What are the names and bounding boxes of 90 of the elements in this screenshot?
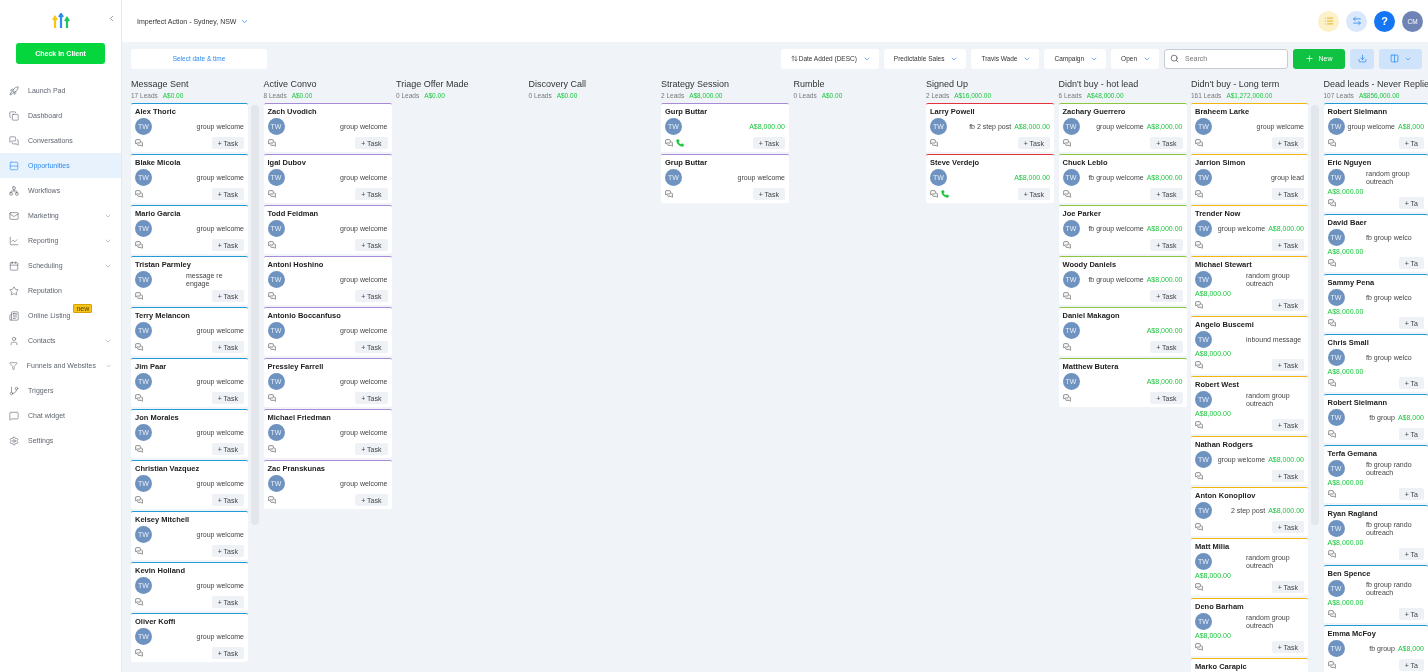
column-title: Discovery Call <box>528 79 587 89</box>
column-title: Didn't buy - hot lead <box>1058 79 1140 89</box>
chat-icon[interactable] <box>135 547 143 555</box>
list-icon <box>1323 16 1334 26</box>
chat-icon[interactable] <box>135 496 143 504</box>
chat-icon[interactable] <box>1062 190 1071 198</box>
chat-icon[interactable] <box>135 343 143 351</box>
network-icon <box>9 185 19 196</box>
swap-arrows-icon <box>1351 16 1362 26</box>
chat-icon[interactable] <box>1062 343 1071 351</box>
swap-button[interactable] <box>1346 10 1367 32</box>
calendar-icon <box>9 260 19 271</box>
columns-button[interactable] <box>1379 48 1422 69</box>
chat-icon[interactable] <box>1195 523 1203 531</box>
chat-icon[interactable] <box>135 139 143 147</box>
column-title: Strategy Session <box>661 79 731 89</box>
chat-icon[interactable] <box>135 649 143 657</box>
chat-icon[interactable] <box>267 445 276 453</box>
chat-icon[interactable] <box>135 241 143 249</box>
settings-icon <box>9 435 19 446</box>
chat-icon[interactable] <box>135 445 143 453</box>
line-chart-icon <box>9 235 19 246</box>
chat-icon[interactable] <box>1327 430 1336 438</box>
chat-icon <box>9 135 19 146</box>
download-button[interactable] <box>1350 48 1374 69</box>
column-title: Message Sent <box>131 79 190 89</box>
chat-icon[interactable] <box>267 496 276 504</box>
chat-icon[interactable] <box>930 139 938 147</box>
column-title: Didn't buy - Long term <box>1191 79 1281 89</box>
help-button[interactable]: ? <box>1374 10 1395 32</box>
star-icon <box>9 285 19 296</box>
column-title: Active Convo <box>263 79 318 89</box>
chat-icon[interactable] <box>1195 301 1203 309</box>
chat-icon[interactable] <box>1327 379 1336 387</box>
chat-icon[interactable] <box>1195 421 1203 429</box>
chat-icon[interactable] <box>1327 661 1336 669</box>
chat-icon[interactable] <box>1195 190 1203 198</box>
rows-icon <box>9 160 19 171</box>
chat-icon[interactable] <box>1062 394 1071 402</box>
chat-icon[interactable] <box>267 139 276 147</box>
search-icon <box>1170 53 1179 63</box>
listing-icon <box>9 310 19 321</box>
chat-bubble-icon <box>9 410 19 421</box>
chat-icon[interactable] <box>135 190 143 198</box>
download-icon <box>1357 54 1367 63</box>
chat-icon[interactable] <box>267 190 276 198</box>
chat-icon[interactable] <box>1327 610 1336 618</box>
mail-icon <box>9 210 19 221</box>
column-title: Signed Up <box>926 79 970 89</box>
column-title: Triage Offer Made <box>396 79 470 89</box>
chat-icon[interactable] <box>930 190 938 198</box>
chat-icon[interactable] <box>267 292 276 300</box>
chat-icon[interactable] <box>665 190 673 198</box>
chat-icon[interactable] <box>1195 643 1203 651</box>
plus-icon <box>1305 54 1315 63</box>
chat-icon[interactable] <box>1327 319 1336 327</box>
chat-icon[interactable] <box>1195 361 1203 369</box>
chat-icon[interactable] <box>267 394 276 402</box>
chat-icon[interactable] <box>1327 139 1336 147</box>
chat-icon[interactable] <box>665 139 673 147</box>
chat-icon[interactable] <box>1195 241 1203 249</box>
user-icon <box>9 335 19 346</box>
column-title: Rumble <box>793 79 826 89</box>
funnel-icon <box>9 360 18 371</box>
sort-icon <box>790 55 798 62</box>
chat-icon[interactable] <box>1327 490 1336 498</box>
copy-icon <box>9 110 19 121</box>
branch-icon <box>9 385 19 396</box>
chat-icon[interactable] <box>1062 292 1071 300</box>
chat-icon[interactable] <box>1195 139 1203 147</box>
chat-icon[interactable] <box>267 241 276 249</box>
collapse-icon[interactable] <box>107 14 116 23</box>
chat-icon[interactable] <box>135 292 143 300</box>
column-title: Dead leads - Never Replie <box>1323 79 1428 89</box>
chat-icon[interactable] <box>1062 241 1071 249</box>
phone-icon[interactable] <box>941 190 949 198</box>
chat-icon[interactable] <box>1327 199 1336 207</box>
chat-icon[interactable] <box>267 343 276 351</box>
columns-icon <box>1389 54 1399 63</box>
phone-icon[interactable] <box>676 139 684 147</box>
chat-icon[interactable] <box>135 598 143 606</box>
chat-icon[interactable] <box>1195 472 1203 480</box>
rocket-icon <box>9 85 19 96</box>
chat-icon[interactable] <box>1327 259 1336 267</box>
logo-icon <box>51 12 70 28</box>
list-button[interactable] <box>1318 10 1339 32</box>
chat-icon[interactable] <box>1062 139 1071 147</box>
chat-icon[interactable] <box>1327 550 1336 558</box>
chat-icon[interactable] <box>1195 583 1203 591</box>
chat-icon[interactable] <box>135 394 143 402</box>
